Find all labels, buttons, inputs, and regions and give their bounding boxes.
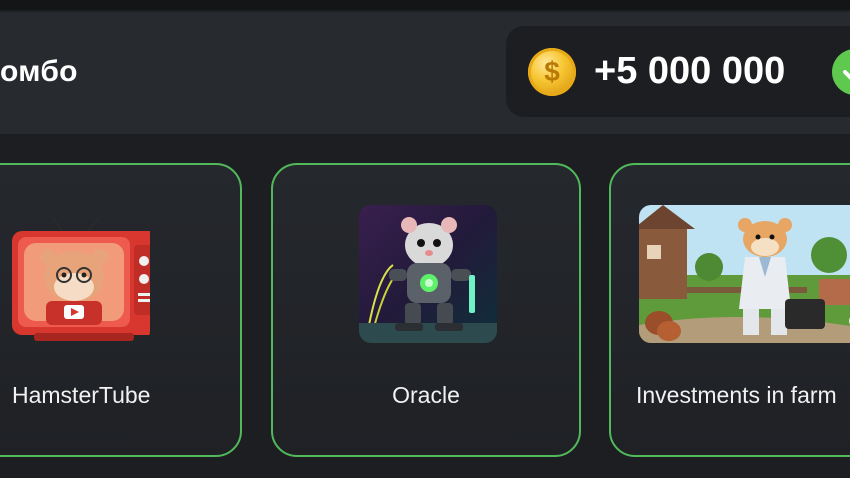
combo-card-hamstertube[interactable]: HamsterTube xyxy=(0,163,242,457)
robot-hamster-icon xyxy=(359,205,497,343)
combo-card-investments-in-farm[interactable]: Investments in farm xyxy=(609,163,850,457)
coin-icon: $ xyxy=(528,48,576,96)
combo-card-oracle[interactable]: Oracle xyxy=(271,163,581,457)
coin-symbol: $ xyxy=(544,56,560,87)
hamster-tv-icon xyxy=(12,205,150,343)
card-label: Oracle xyxy=(392,382,460,408)
daily-combo-screen: омбо $ +5 000 000 HamsterTube Oracle Inv… xyxy=(0,0,850,478)
card-label: HamsterTube xyxy=(12,382,151,408)
top-strip xyxy=(0,0,850,10)
reward-amount: +5 000 000 xyxy=(594,50,786,92)
combo-title: омбо xyxy=(0,55,78,88)
card-label: Investments in farm xyxy=(636,382,837,408)
farm-hamster-icon xyxy=(639,205,850,343)
